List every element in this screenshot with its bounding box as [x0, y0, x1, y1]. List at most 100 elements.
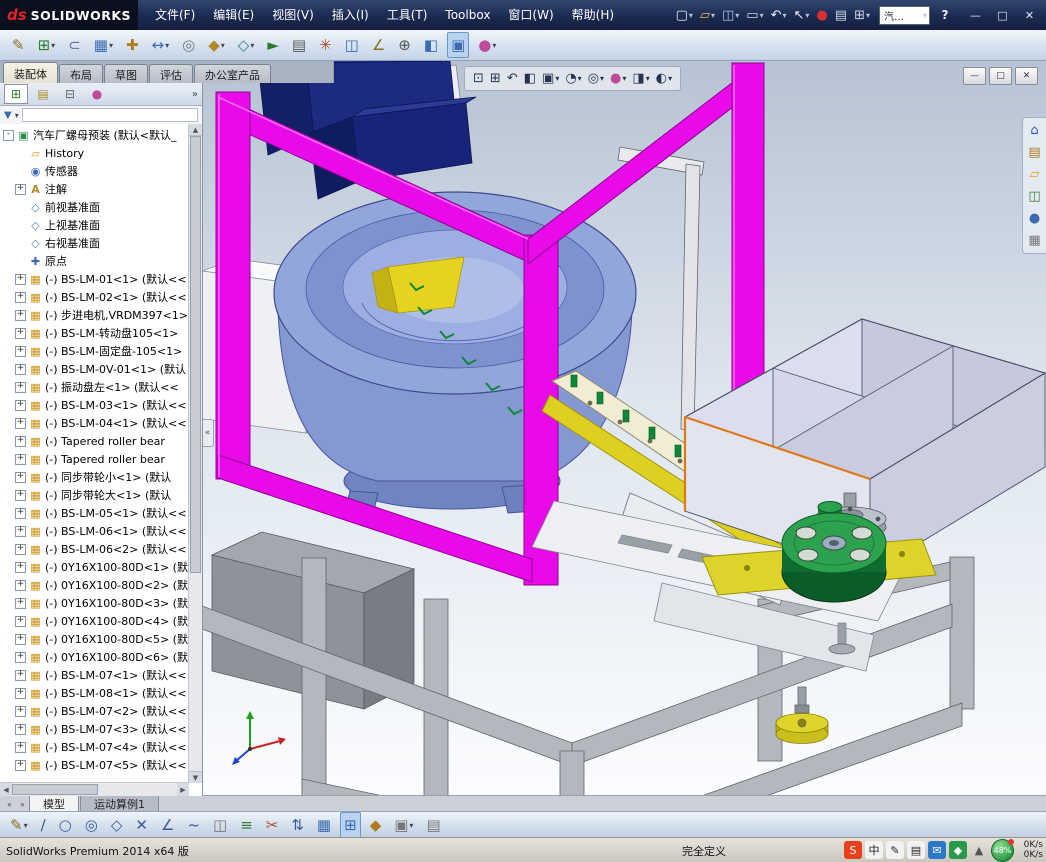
convert-entities-icon[interactable]: ⇅	[287, 812, 308, 838]
insert-components-icon[interactable]: ⊞ ▾	[34, 32, 60, 58]
expander-icon[interactable]: +	[15, 471, 26, 483]
quick-snaps-icon[interactable]: ▣ ▾	[390, 812, 417, 838]
command-tab[interactable]: 草图	[104, 64, 148, 83]
smart-fasteners-icon[interactable]: ✚	[122, 32, 143, 58]
tree-item[interactable]: + ▦ (-) 0Y16X100-80D<3> (默	[0, 594, 189, 612]
sketch-settings-icon[interactable]: ▤	[422, 812, 444, 838]
filter-icon[interactable]: ▼	[4, 110, 12, 121]
linear-component-pattern-icon[interactable]: ▦ ▾	[90, 32, 117, 58]
mirror-entities-icon[interactable]: ◫	[209, 812, 231, 838]
apply-scene-icon[interactable]: ◨ ▾	[630, 71, 651, 86]
edit-component-icon[interactable]: ✎	[8, 32, 29, 58]
tree-item[interactable]: + ▦ (-) BS-LM-07<5> (默认<<	[0, 756, 189, 774]
zoom-area-icon[interactable]: ⊞	[488, 71, 503, 86]
pen-icon[interactable]: ✎	[886, 841, 904, 859]
print-icon[interactable]: ▭ ▾	[743, 4, 766, 26]
appearances-scenes-icon[interactable]: ●	[1029, 212, 1040, 225]
tray-expand-icon[interactable]: ▲	[970, 841, 988, 859]
polygon-icon[interactable]: ◇	[107, 812, 127, 838]
tree-item[interactable]: + ▦ (-) 同步带轮大<1> (默认	[0, 486, 189, 504]
tree-item[interactable]: + ▦ (-) BS-LM-01<1> (默认<<	[0, 270, 189, 288]
menu-item[interactable]: 编辑(E)	[204, 0, 263, 30]
tree-item[interactable]: + ▦ (-) BS-LM-05<1> (默认<<	[0, 504, 189, 522]
input-method-icon[interactable]: 中	[865, 841, 883, 859]
previous-view-icon[interactable]: ↶	[505, 71, 520, 86]
file-properties-icon[interactable]: ▤	[832, 4, 850, 26]
circle-icon[interactable]: ○	[55, 812, 76, 838]
help-icon[interactable]: ?	[936, 8, 954, 22]
tree-item[interactable]: + ▦ (-) BS-LM-07<1> (默认<<	[0, 666, 189, 684]
point-icon[interactable]: ✕	[131, 812, 152, 838]
tree-item[interactable]: + ▦ (-) BS-LM-02<1> (默认<<	[0, 288, 189, 306]
tree-item[interactable]: + ▦ (-) 0Y16X100-80D<2> (默	[0, 576, 189, 594]
keyboard-icon[interactable]: ▤	[907, 841, 925, 859]
expander-icon[interactable]: +	[15, 597, 26, 609]
tree-item[interactable]: + ▦ (-) 0Y16X100-80D<4> (默	[0, 612, 189, 630]
expander-icon[interactable]: +	[15, 705, 26, 717]
tree-item[interactable]: + ▦ (-) 同步带轮小<1> (默认	[0, 468, 189, 486]
assembly-features-icon[interactable]: ◆ ▾	[204, 32, 229, 58]
scroll-thumb-horizontal[interactable]	[12, 784, 98, 795]
expander-icon[interactable]: +	[15, 417, 26, 429]
measure-icon[interactable]: ∠	[368, 32, 389, 58]
tree-item[interactable]: + ▦ (-) BS-LM-07<4> (默认<<	[0, 738, 189, 756]
view-palette-icon[interactable]: ◫	[1028, 190, 1040, 203]
propertymanager-tab-icon[interactable]: ▤	[31, 84, 55, 104]
accelerator-ball[interactable]: 48%	[991, 838, 1014, 862]
close-button[interactable]: ✕	[1017, 5, 1042, 25]
tree-item[interactable]: + ▦ (-) Tapered roller bear	[0, 450, 189, 468]
tree-item[interactable]: ◇ 上视基准面	[0, 216, 189, 234]
expander-icon[interactable]: +	[15, 273, 26, 285]
move-component-icon[interactable]: ↔ ▾	[148, 32, 174, 58]
doc-close-button[interactable]: ✕	[1015, 67, 1038, 85]
command-tab[interactable]: 办公室产品	[194, 64, 271, 83]
scroll-up-icon[interactable]: ▲	[189, 124, 202, 136]
tree-vertical-scrollbar[interactable]: ▲ ▼	[188, 124, 202, 783]
edit-appearance-icon[interactable]: ● ▾	[608, 71, 628, 86]
panel-collapse-button[interactable]: «	[202, 419, 214, 447]
command-tab[interactable]: 评估	[149, 64, 193, 83]
file-explorer-icon[interactable]: ▱	[1030, 168, 1040, 181]
menu-item[interactable]: 插入(I)	[323, 0, 378, 30]
interference-detection-icon[interactable]: ◫	[341, 32, 363, 58]
scroll-right-icon[interactable]: ▶	[177, 783, 189, 796]
expander-icon[interactable]: +	[15, 579, 26, 591]
expander-icon[interactable]: +	[15, 327, 26, 339]
large-assembly-mode-icon[interactable]: ▣	[447, 32, 470, 58]
command-tab[interactable]: 装配体	[3, 62, 58, 83]
maximize-button[interactable]: □	[990, 5, 1015, 25]
tree-item[interactable]: + ▦ (-) BS-LM-08<1> (默认<<	[0, 684, 189, 702]
sketch-icon[interactable]: ✎ ▾	[6, 812, 32, 838]
tree-horizontal-scrollbar[interactable]: ◀ ▶	[0, 782, 189, 796]
tree-item[interactable]: + ▦ (-) BS-LM-07<2> (默认<<	[0, 702, 189, 720]
expander-icon[interactable]: +	[15, 669, 26, 681]
tree-item[interactable]: + ▦ (-) BS-LM-04<1> (默认<<	[0, 414, 189, 432]
doc-restore-button[interactable]: □	[989, 67, 1012, 85]
tree-item[interactable]: ✚ 原点	[0, 252, 189, 270]
scroll-down-icon[interactable]: ▼	[189, 771, 202, 783]
snap-icon[interactable]: ◆	[366, 812, 386, 838]
home-icon[interactable]: ⌂	[1030, 124, 1038, 137]
minimize-button[interactable]: —	[963, 5, 988, 25]
expander-icon[interactable]: +	[15, 345, 26, 357]
menu-item[interactable]: 窗口(W)	[499, 0, 562, 30]
graphics-area[interactable]: ⊡ ⊞ ↶ ◧ ▣ ▾ ◔ ▾ ◎ ▾ ● ▾ ◨ ▾ ◐ ▾ — □ ✕ « ⌂ ▤ ▱ ◫ ● ▦	[202, 61, 1046, 796]
mass-properties-icon[interactable]: ⊕	[394, 32, 415, 58]
scroll-left-icon[interactable]: ◀	[0, 783, 12, 796]
select-icon[interactable]: ↖ ▾	[791, 4, 813, 26]
menu-item[interactable]: 帮助(H)	[563, 0, 623, 30]
tree-item[interactable]: + ▦ (-) Tapered roller bear	[0, 432, 189, 450]
filter-dropdown-icon[interactable]: ▾	[15, 111, 19, 120]
tree-item[interactable]: + ▦ (-) BS-LM-06<1> (默认<<	[0, 522, 189, 540]
sogou-icon[interactable]: S	[844, 841, 862, 859]
expander-icon[interactable]: +	[15, 381, 26, 393]
menu-item[interactable]: 视图(V)	[263, 0, 323, 30]
tree-item[interactable]: ◇ 右视基准面	[0, 234, 189, 252]
expander-icon[interactable]: +	[15, 453, 26, 465]
expander-icon[interactable]: +	[15, 543, 26, 555]
expander-icon[interactable]: +	[15, 651, 26, 663]
tree-item[interactable]: - ▣ 汽车厂螺母预装 (默认<默认_	[0, 126, 189, 144]
menu-item[interactable]: Toolbox	[436, 0, 499, 30]
mate-icon[interactable]: ⊂	[64, 32, 85, 58]
tree-item[interactable]: + ▦ (-) BS-LM-固定盘-105<1>	[0, 342, 189, 360]
